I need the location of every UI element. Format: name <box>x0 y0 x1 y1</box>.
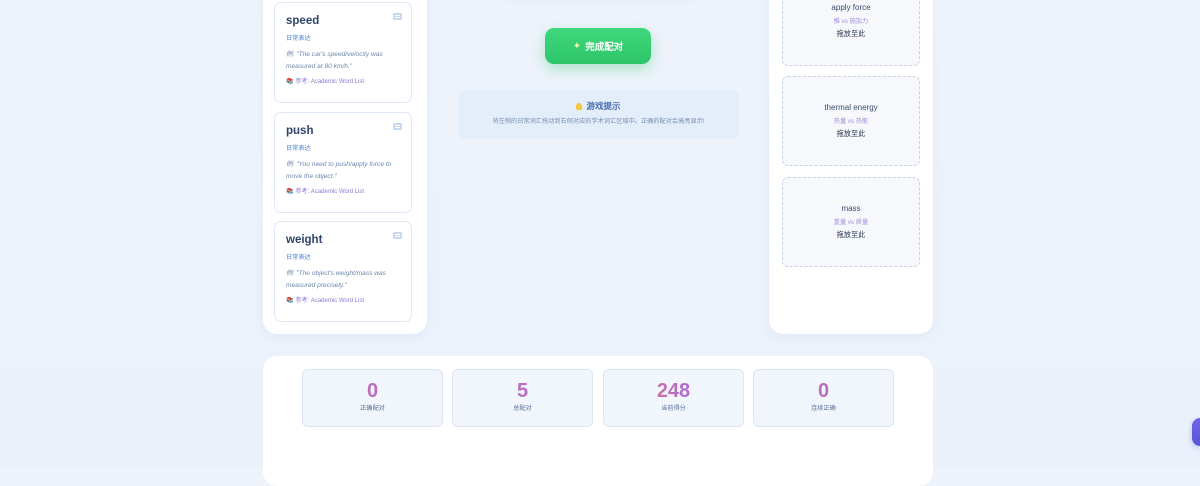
word-card-reference: 📚 参考: Academic Word List <box>286 78 401 86</box>
stat-value: 5 <box>453 379 592 403</box>
floating-assistant-button[interactable] <box>1192 418 1200 446</box>
drop-zone-thermal-energy[interactable]: thermal energy 热量 vs 热能 拖放至此 <box>782 76 920 166</box>
word-card-push[interactable]: push 日常表达 例: "You need to push/apply for… <box>274 112 412 213</box>
word-card-example: 例: "The car's speed/velocity was measure… <box>286 51 383 70</box>
word-card-weight[interactable]: weight 日常表达 例: "The object's weight/mass… <box>274 221 412 322</box>
stat-label: 当前得分 <box>661 405 686 412</box>
drop-zone-compare: 热量 vs 热能 <box>833 118 869 125</box>
stat-label: 连续正确 <box>811 405 836 412</box>
sparkle-icon: ✦ <box>572 40 582 52</box>
stat-streak: 0 连续正确 <box>753 369 894 427</box>
stat-label: 正确配对 <box>360 405 385 412</box>
stat-value: 0 <box>754 379 893 403</box>
card-menu-icon <box>393 123 402 130</box>
word-card-reference: 📚 参考: Academic Word List <box>286 297 401 305</box>
finish-matching-button[interactable]: ✦ 完成配对 <box>545 28 651 64</box>
drop-zones-panel: apply force 推 vs 施加力 拖放至此 thermal energy… <box>769 0 933 334</box>
drop-zone-term: thermal energy <box>824 103 878 112</box>
drop-zone-compare: 推 vs 施加力 <box>833 18 869 25</box>
drop-zone-hint: 拖放至此 <box>836 129 866 138</box>
word-card-tag: 日常表达 <box>286 35 311 42</box>
book-icon: 📚 <box>286 298 294 304</box>
stat-value: 0 <box>303 379 442 403</box>
word-cards-panel: speed 日常表达 例: "The car's speed/velocity … <box>263 0 427 334</box>
stats-panel: 0 正确配对 5 总配对 248 当前得分 0 连续正确 <box>263 356 933 486</box>
game-tip-title: 游戏提示 <box>458 101 739 112</box>
word-card-title: push <box>286 125 314 137</box>
word-card-tag: 日常表达 <box>286 145 311 152</box>
book-icon: 📚 <box>286 189 294 195</box>
word-card-reference-text: 参考: Academic Word List <box>295 189 365 195</box>
drop-zone-hint: 拖放至此 <box>836 29 866 38</box>
word-card-reference-text: 参考: Academic Word List <box>295 298 365 304</box>
card-menu-icon <box>393 13 402 20</box>
book-icon: 📚 <box>286 79 294 85</box>
word-card-reference-text: 参考: Academic Word List <box>295 79 365 85</box>
drop-zone-hint: 拖放至此 <box>836 230 866 239</box>
game-tip-text: 将左侧的日常词汇拖动到右侧对应的学术词汇区域中。正确的配对会高亮显示! <box>492 118 705 125</box>
drop-zone-apply-force[interactable]: apply force 推 vs 施加力 拖放至此 <box>782 0 920 66</box>
stat-correct-matches: 0 正确配对 <box>302 369 443 427</box>
finish-matching-label: 完成配对 <box>585 42 624 53</box>
stat-current-score: 248 当前得分 <box>603 369 744 427</box>
top-panel-edge <box>505 0 695 3</box>
card-menu-icon <box>393 232 402 239</box>
game-tip-title-text: 游戏提示 <box>586 101 621 111</box>
word-card-example: 例: "The object's weight/mass was measure… <box>286 270 386 289</box>
stat-value: 248 <box>604 379 743 403</box>
word-card-title: weight <box>286 234 323 246</box>
word-card-speed[interactable]: speed 日常表达 例: "The car's speed/velocity … <box>274 2 412 103</box>
game-tip: 游戏提示 将左侧的日常词汇拖动到右侧对应的学术词汇区域中。正确的配对会高亮显示! <box>458 90 739 139</box>
stat-total-matches: 5 总配对 <box>452 369 593 427</box>
lightbulb-icon <box>576 103 583 110</box>
stat-label: 总配对 <box>513 405 532 412</box>
word-card-title: speed <box>286 15 320 27</box>
drop-zone-mass[interactable]: mass 重量 vs 质量 拖放至此 <box>782 177 920 267</box>
word-card-tag: 日常表达 <box>286 254 311 261</box>
word-card-example: 例: "You need to push/apply force to move… <box>286 161 392 180</box>
drop-zone-compare: 重量 vs 质量 <box>833 219 869 226</box>
word-card-reference: 📚 参考: Academic Word List <box>286 188 401 196</box>
drop-zone-term: apply force <box>831 3 871 12</box>
drop-zone-term: mass <box>841 204 861 213</box>
